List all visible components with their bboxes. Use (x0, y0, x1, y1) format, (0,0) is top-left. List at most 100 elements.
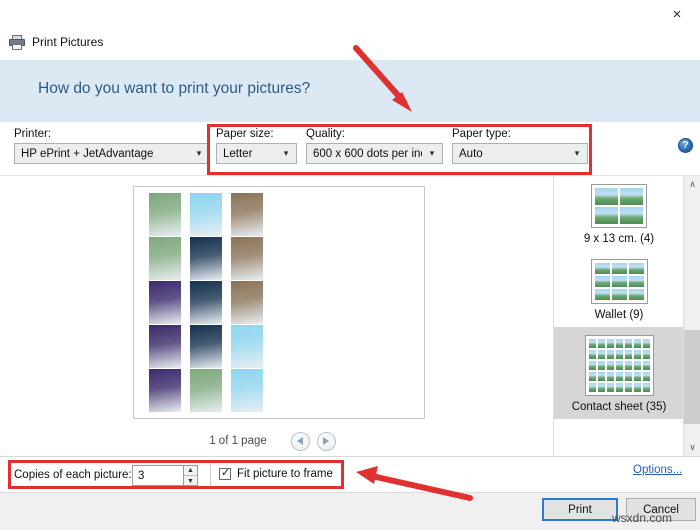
scroll-up-icon[interactable]: ∧ (684, 176, 700, 193)
scrollbar-thumb[interactable] (684, 330, 700, 424)
preview-thumbnail (231, 281, 263, 324)
preview-thumbnail (149, 193, 181, 236)
page-navigation: 1 of 1 page (0, 428, 552, 454)
preview-thumbnail (231, 237, 263, 280)
fit-picture-checkbox[interactable]: Fit picture to frame (219, 466, 333, 480)
preview-thumbnail (190, 281, 222, 324)
app-header: Print Pictures (0, 28, 700, 56)
next-page-button[interactable] (316, 431, 336, 451)
title-bar: × (0, 0, 700, 28)
stepper-down-icon[interactable]: ▼ (184, 476, 197, 486)
layout-cell (624, 372, 632, 381)
thumbnail-image (190, 193, 222, 236)
chevron-down-icon: ▾ (283, 148, 289, 158)
layout-cell (633, 350, 641, 359)
paper-type-select[interactable]: Auto ▾ (452, 143, 588, 164)
preview-thumb-row (149, 325, 274, 369)
preview-thumb-row (149, 369, 274, 413)
close-icon[interactable]: × (654, 0, 700, 28)
layout-option-2[interactable]: Contact sheet (35) (554, 327, 684, 419)
layout-cell (597, 339, 605, 348)
layout-option-list: 9 x 13 cm. (4) Wallet (9) Contact sheet (3… (554, 176, 684, 456)
layout-cell (628, 289, 644, 300)
layout-option-label: Wallet (9) (594, 309, 644, 321)
preview-thumbnail (231, 325, 263, 368)
layout-cell (597, 361, 605, 370)
layout-cell (642, 339, 650, 348)
layout-cell (597, 383, 605, 392)
thumbnail-image (149, 369, 181, 412)
paper-type-value: Auto (459, 147, 483, 160)
thumbnail-image (149, 237, 181, 280)
layout-cell (633, 383, 641, 392)
copies-stepper[interactable]: ▲ ▼ (183, 465, 198, 486)
fit-picture-label: Fit picture to frame (237, 468, 333, 480)
previous-page-button[interactable] (290, 431, 310, 451)
app-title: Print Pictures (32, 35, 104, 49)
scroll-down-icon[interactable]: ∨ (684, 439, 700, 456)
layout-cell (620, 207, 643, 224)
thumbnail-image (231, 237, 263, 280)
layout-option-label: 9 x 13 cm. (4) (583, 233, 655, 245)
layout-cell (606, 350, 614, 359)
preview-thumbnail (149, 237, 181, 280)
layout-cell (597, 372, 605, 381)
preview-thumbnail-grid (149, 193, 274, 415)
layout-cell (615, 350, 623, 359)
layout-cell (642, 350, 650, 359)
thumbnail-image (231, 369, 263, 412)
page-preview[interactable] (133, 186, 425, 419)
printer-value: HP ePrint + JetAdvantage (21, 147, 154, 160)
chevron-down-icon: ▾ (429, 148, 435, 158)
layout-cell (642, 383, 650, 392)
chevron-down-icon: ▾ (196, 148, 202, 158)
layout-cell (594, 289, 610, 300)
layout-cell (615, 372, 623, 381)
layout-option-1[interactable]: Wallet (9) (554, 251, 684, 327)
checkbox-icon[interactable] (219, 466, 231, 480)
layout-option-0[interactable]: 9 x 13 cm. (4) (554, 176, 684, 251)
layout-cell (628, 263, 644, 274)
preview-thumbnail (190, 369, 222, 412)
preview-pane: 1 of 1 page (0, 176, 552, 456)
layout-cell (624, 383, 632, 392)
copies-input[interactable]: 3 (132, 465, 187, 486)
preview-thumb-row (149, 193, 274, 237)
paper-size-select[interactable]: Letter ▾ (216, 143, 297, 164)
layout-cell (633, 372, 641, 381)
preview-thumb-row (149, 237, 274, 281)
layout-cell (620, 188, 643, 205)
stepper-up-icon[interactable]: ▲ (184, 466, 197, 476)
layout-cell (606, 361, 614, 370)
banner: How do you want to print your pictures? (0, 60, 700, 122)
print-button[interactable]: Print (542, 498, 618, 521)
layout-preview-icon (584, 335, 654, 396)
chevron-right-icon (323, 437, 330, 445)
layout-cell (633, 361, 641, 370)
layout-scrollbar[interactable]: ∧ ∨ (683, 176, 700, 456)
preview-thumbnail (190, 193, 222, 236)
layout-cell (588, 350, 596, 359)
settings-toolbar: Printer: HP ePrint + JetAdvantage ▾ Pape… (0, 122, 700, 176)
layout-cell (633, 339, 641, 348)
printer-select[interactable]: HP ePrint + JetAdvantage ▾ (14, 143, 210, 164)
layout-cell (594, 276, 610, 287)
layout-cell (606, 372, 614, 381)
help-icon[interactable]: ? (678, 138, 693, 153)
preview-thumbnail (190, 237, 222, 280)
main-area: 1 of 1 page 9 x 13 cm. (4) Wallet (9) Cont… (0, 176, 700, 456)
options-link[interactable]: Options... (633, 464, 682, 476)
thumbnail-image (190, 369, 222, 412)
layout-cell (611, 289, 627, 300)
chevron-left-icon (297, 437, 304, 445)
quality-select[interactable]: 600 x 600 dots per inch ▾ (306, 143, 443, 164)
copies-label: Copies of each picture: (14, 469, 132, 481)
thumbnail-image (231, 281, 263, 324)
preview-thumbnail (190, 325, 222, 368)
layout-cell (624, 350, 632, 359)
thumbnail-image (149, 193, 181, 236)
layout-cell (588, 339, 596, 348)
layout-preview-icon (591, 184, 647, 228)
preview-thumbnail (149, 369, 181, 412)
layout-cell (606, 339, 614, 348)
